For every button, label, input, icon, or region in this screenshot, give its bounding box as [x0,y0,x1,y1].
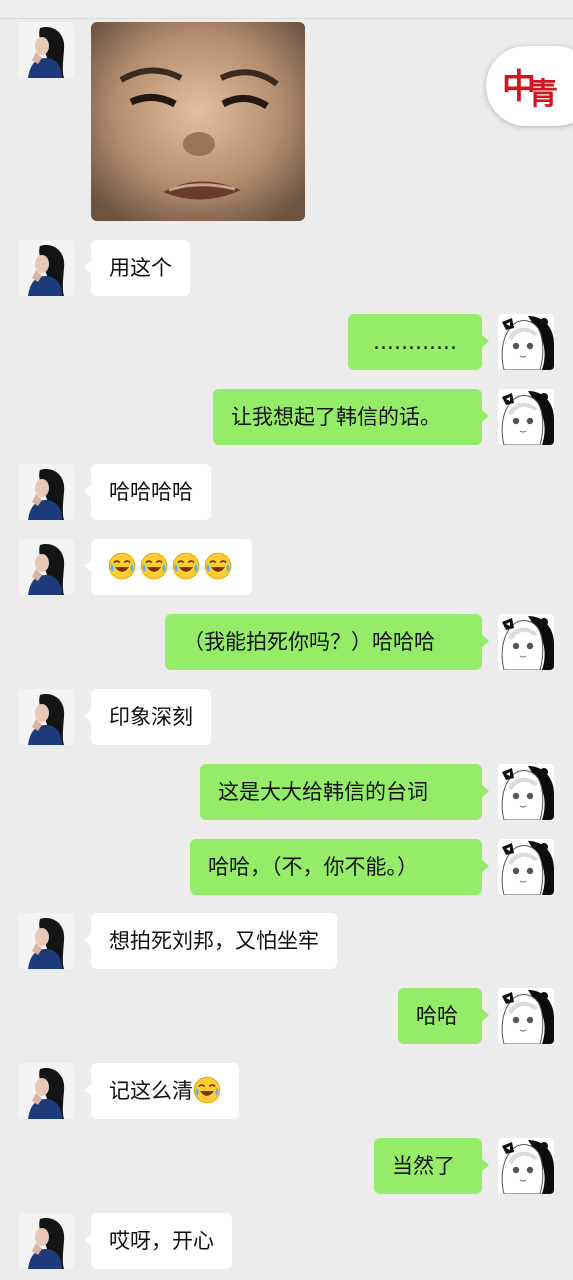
incoming-message-bubble[interactable]: 用这个 [84,240,190,296]
my-avatar[interactable] [498,614,554,670]
outgoing-message-bubble[interactable]: ………… [348,314,489,370]
incoming-emoji-bubble[interactable] [84,539,252,595]
svg-text:青: 青 [528,77,558,110]
contact-avatar[interactable] [18,1213,74,1269]
contact-avatar[interactable] [18,539,74,595]
my-avatar[interactable] [498,1138,554,1194]
floating-badge[interactable]: 中 青 [486,46,573,126]
incoming-message-bubble[interactable]: 记这么清 [84,1063,239,1119]
message-text: 记这么清 [109,1079,193,1103]
my-avatar[interactable] [498,839,554,895]
crying-child-sticker[interactable] [91,22,305,221]
laugh-cry-emoji-icon [140,552,168,580]
contact-avatar[interactable] [18,22,74,78]
outgoing-message-bubble[interactable]: （我能拍死你吗？）哈哈哈 [165,614,489,670]
incoming-message-bubble[interactable]: 印象深刻 [84,689,211,745]
my-avatar[interactable] [498,389,554,445]
incoming-message-bubble[interactable]: 哎呀，开心 [84,1213,232,1269]
contact-avatar[interactable] [18,913,74,969]
laugh-cry-emoji-icon [108,552,136,580]
outgoing-message-bubble[interactable]: 哈哈，（不，你不能。） [190,839,489,895]
outgoing-message-bubble[interactable]: 当然了 [374,1138,489,1194]
my-avatar[interactable] [498,988,554,1044]
incoming-message-bubble[interactable]: 想拍死刘邦，又怕坐牢 [84,913,337,969]
outgoing-message-bubble[interactable]: 哈哈 [398,988,489,1044]
outgoing-message-bubble[interactable]: 这是大大给韩信的台词 [200,764,489,820]
contact-avatar[interactable] [18,464,74,520]
red-seal-logo-icon: 中 青 [502,67,558,110]
my-avatar[interactable] [498,314,554,370]
incoming-message-bubble[interactable]: 哈哈哈哈 [84,464,211,520]
laugh-cry-emoji-icon [172,552,200,580]
contact-avatar[interactable] [18,689,74,745]
contact-avatar[interactable] [18,1063,74,1119]
laugh-cry-emoji-icon [204,552,232,580]
top-divider [0,0,573,19]
contact-avatar[interactable] [18,240,74,296]
outgoing-message-bubble[interactable]: 让我想起了韩信的话。 [213,389,489,445]
my-avatar[interactable] [498,764,554,820]
laugh-cry-emoji-icon [193,1076,221,1104]
